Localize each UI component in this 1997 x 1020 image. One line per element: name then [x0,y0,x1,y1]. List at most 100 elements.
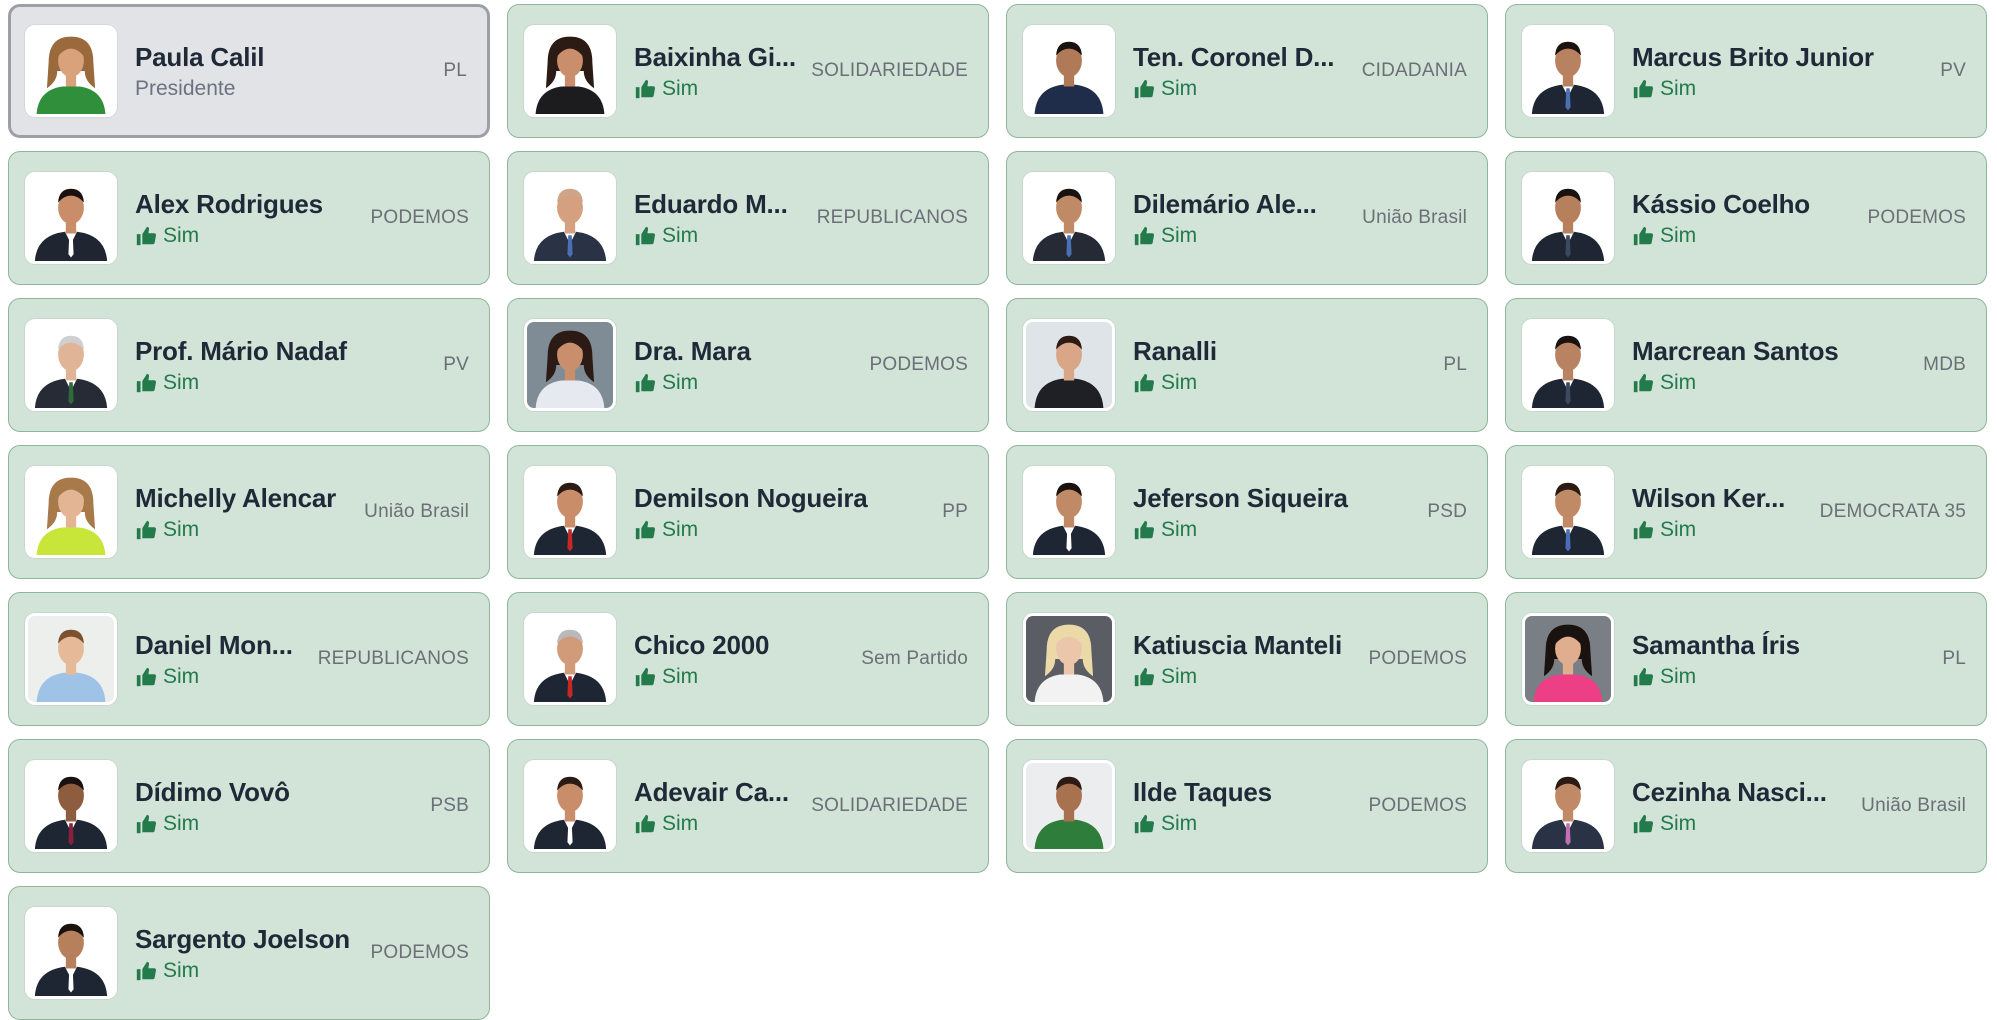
member-vote: Sim [634,811,799,837]
member-card[interactable]: Dilemário Ale... Sim União Brasil [1006,151,1488,285]
member-card[interactable]: Baixinha Gi... Sim SOLIDARIEDADE [507,4,989,138]
member-vote: Sim [135,517,352,543]
thumbs-up-icon [1133,372,1155,394]
member-vote: Sim [634,517,930,543]
member-card[interactable]: Michelly Alencar Sim União Brasil [8,445,490,579]
member-card[interactable]: Kássio Coelho Sim PODEMOS [1505,151,1987,285]
member-card[interactable]: Jeferson Siqueira Sim PSD [1006,445,1488,579]
member-info: Katiuscia Manteli Sim [1133,629,1356,690]
member-card[interactable]: Chico 2000 Sim Sem Partido [507,592,989,726]
member-vote-label: Sim [1161,370,1198,394]
member-card[interactable]: Dídimo Vovô Sim PSB [8,739,490,873]
member-photo [524,613,616,705]
member-name: Kássio Coelho [1632,188,1810,219]
member-card[interactable]: Ranalli Sim PL [1006,298,1488,432]
member-vote-label: Sim [1660,664,1697,688]
member-party: PV [1940,60,1966,81]
member-vote-label: Sim [1161,517,1198,541]
member-party: CIDADANIA [1361,60,1467,81]
member-photo [1522,319,1614,411]
thumbs-up-icon [634,666,656,688]
member-vote-label: Sim [662,517,699,541]
member-vote: Sim [1133,76,1350,102]
member-card[interactable]: Demilson Nogueira Sim PP [507,445,989,579]
member-card[interactable]: Dra. Mara Sim PODEMOS [507,298,989,432]
member-vote: Sim [1133,223,1350,249]
member-name: Paula Calil [135,41,265,72]
member-name: Baixinha Gi... [634,41,796,72]
member-vote: Sim [135,223,358,249]
member-name: Michelly Alencar [135,482,337,513]
member-name: Eduardo M... [634,188,788,219]
thumbs-up-icon [634,813,656,835]
member-card[interactable]: Wilson Ker... Sim DEMOCRATA 35 [1505,445,1987,579]
member-party: PL [443,60,467,81]
member-vote-label: Sim [163,370,200,394]
member-card[interactable]: Adevair Ca... Sim SOLIDARIEDADE [507,739,989,873]
thumbs-up-icon [1133,78,1155,100]
member-photo [524,319,616,411]
member-info: Daniel Mon... Sim [135,629,306,690]
member-card[interactable]: Samantha Íris Sim PL [1505,592,1987,726]
member-vote-label: Sim [1161,664,1198,688]
member-info: Baixinha Gi... Sim [634,41,799,102]
member-vote: Sim [1133,517,1415,543]
member-party: PODEMOS [370,207,469,228]
member-card[interactable]: Daniel Mon... Sim REPUBLICANOS [8,592,490,726]
member-info: Marcrean Santos Sim [1632,335,1911,396]
member-card[interactable]: Cezinha Nasci... Sim União Brasil [1505,739,1987,873]
member-vote-label: Sim [163,517,200,541]
member-party: SOLIDARIEDADE [811,795,968,816]
member-vote-label: Sim [662,223,699,247]
member-name: Daniel Mon... [135,629,293,660]
thumbs-up-icon [1632,78,1654,100]
member-name: Adevair Ca... [634,776,789,807]
member-vote: Sim [1632,664,1930,690]
member-card[interactable]: Alex Rodrigues Sim PODEMOS [8,151,490,285]
member-vote: Sim [1632,223,1855,249]
member-vote: Sim [634,664,849,690]
member-vote: Sim [634,370,857,396]
member-vote-label: Sim [662,811,699,835]
thumbs-up-icon [1632,666,1654,688]
member-party: PL [1443,354,1467,375]
thumbs-up-icon [1632,225,1654,247]
member-vote: Sim [1133,811,1356,837]
member-card[interactable]: Eduardo M... Sim REPUBLICANOS [507,151,989,285]
member-photo [1023,466,1115,558]
member-card[interactable]: Sargento Joelson Sim PODEMOS [8,886,490,1020]
member-card[interactable]: Prof. Mário Nadaf Sim PV [8,298,490,432]
thumbs-up-icon [1133,519,1155,541]
member-card[interactable]: Paula Calil Presidente PL [8,4,490,138]
member-name: Sargento Joelson [135,923,350,954]
thumbs-up-icon [634,78,656,100]
member-card[interactable]: Katiuscia Manteli Sim PODEMOS [1006,592,1488,726]
member-party: PODEMOS [1368,648,1467,669]
member-name: Dilemário Ale... [1133,188,1317,219]
member-card[interactable]: Ten. Coronel D... Sim CIDADANIA [1006,4,1488,138]
member-vote-label: Sim [1660,223,1697,247]
member-vote-label: Sim [1660,811,1697,835]
member-info: Alex Rodrigues Sim [135,188,358,249]
member-card[interactable]: Marcus Brito Junior Sim PV [1505,4,1987,138]
member-name: Marcrean Santos [1632,335,1839,366]
member-info: Jeferson Siqueira Sim [1133,482,1415,543]
thumbs-up-icon [1632,519,1654,541]
member-vote-label: Sim [1161,223,1198,247]
members-grid: Paula Calil Presidente PL Baixinha Gi... Sim… [8,4,1987,1020]
thumbs-up-icon [634,225,656,247]
member-name: Ten. Coronel D... [1133,41,1335,72]
member-party: PODEMOS [1368,795,1467,816]
member-name: Wilson Ker... [1632,482,1786,513]
member-vote: Sim [1632,811,1849,837]
member-name: Prof. Mário Nadaf [135,335,347,366]
member-name: Demilson Nogueira [634,482,868,513]
member-party: SOLIDARIEDADE [811,60,968,81]
member-photo [1023,172,1115,264]
thumbs-up-icon [135,372,157,394]
member-card[interactable]: Ilde Taques Sim PODEMOS [1006,739,1488,873]
member-card[interactable]: Marcrean Santos Sim MDB [1505,298,1987,432]
thumbs-up-icon [135,519,157,541]
member-vote-label: Sim [1161,811,1198,835]
member-party: PODEMOS [869,354,968,375]
